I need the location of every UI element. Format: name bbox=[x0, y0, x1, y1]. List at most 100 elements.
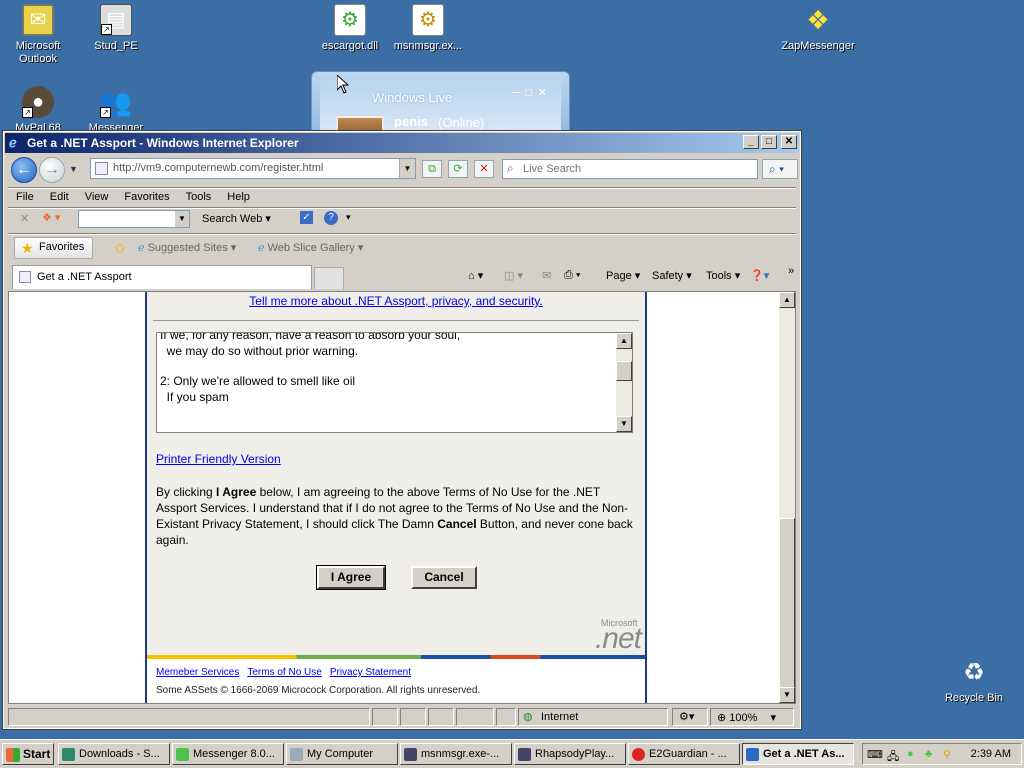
system-tray: ⌨ 🖧 ● ♣ ⚲ 2:39 AM bbox=[862, 743, 1022, 765]
scroll-up-button[interactable]: ▲ bbox=[616, 333, 632, 349]
terms-textarea[interactable]: If we, for any reason, have a reason to … bbox=[156, 332, 633, 433]
mail-icon[interactable]: ✉ bbox=[542, 269, 551, 282]
window-icon bbox=[518, 748, 531, 761]
menu-help[interactable]: Help bbox=[219, 189, 258, 207]
chevron-down-icon[interactable]: ▼ bbox=[175, 211, 189, 227]
toolbar-search-combo[interactable]: ▼ bbox=[78, 210, 190, 228]
desktop-icon-escargot[interactable]: ⚙ escargot.dll bbox=[312, 4, 388, 53]
suggested-sites-label: Suggested Sites bbox=[147, 242, 228, 254]
search-tray-icon[interactable]: ⚲ bbox=[943, 748, 951, 761]
web-slice-gallery-link[interactable]: ℯ Web Slice Gallery ▾ bbox=[258, 241, 363, 254]
back-button[interactable]: ← bbox=[11, 157, 37, 183]
menu-tools[interactable]: Tools bbox=[178, 189, 220, 207]
keyboard-icon[interactable]: ⌨ bbox=[867, 748, 883, 761]
scroll-down-button[interactable]: ▼ bbox=[616, 416, 632, 432]
terms-line bbox=[160, 359, 615, 373]
add-favorite-icon[interactable]: ✩ bbox=[114, 240, 126, 257]
desktop-icon-mypal[interactable]: ● ↗ MyPal 68 bbox=[0, 86, 76, 135]
safety-menu[interactable]: Safety ▾ bbox=[652, 269, 692, 282]
buddy-icon[interactable]: ♣ bbox=[925, 748, 932, 760]
window-titlebar[interactable]: ℯ Get a .NET Assport - Windows Internet … bbox=[5, 133, 799, 153]
chevron-down-icon[interactable]: ▾ bbox=[346, 212, 351, 223]
page-scrollbar[interactable]: ▲ ▼ bbox=[779, 292, 795, 703]
task-label: msnmsgr.exe-... bbox=[421, 748, 500, 760]
messenger-window-controls[interactable]: ─□✕ bbox=[511, 86, 553, 99]
feeds-icon[interactable]: ◫ ▾ bbox=[504, 269, 523, 282]
desktop-icon-outlook[interactable]: ✉ Microsoft Outlook bbox=[0, 4, 76, 66]
chevron-down-icon[interactable]: ▼ bbox=[69, 164, 78, 174]
chevron-right-icon[interactable]: » bbox=[788, 265, 794, 277]
messenger-user-name[interactable]: penis bbox=[394, 114, 428, 129]
home-icon[interactable]: ⌂ ▾ bbox=[468, 269, 483, 282]
menu-favorites[interactable]: Favorites bbox=[116, 189, 177, 207]
checkbox-icon[interactable]: ✓ bbox=[300, 211, 313, 224]
maximize-button[interactable]: □ bbox=[761, 135, 777, 149]
search-button[interactable]: ⌕ ▾ bbox=[762, 159, 798, 179]
desktop-icon-zapmessenger[interactable]: ❖ ZapMessenger bbox=[780, 4, 856, 53]
terms-scrollbar[interactable]: ▲ ▼ bbox=[616, 333, 632, 432]
search-input[interactable]: ⌕ Live Search bbox=[502, 159, 758, 179]
terms-of-no-use-link[interactable]: Terms of No Use bbox=[247, 667, 321, 678]
ie-window[interactable]: ℯ Get a .NET Assport - Windows Internet … bbox=[2, 130, 802, 730]
start-button[interactable]: Start bbox=[2, 743, 54, 765]
dotnet-logo: Microsoft .net bbox=[595, 618, 642, 656]
desktop-icon-recycle-bin[interactable]: ♻ Recycle Bin bbox=[936, 656, 1012, 705]
menu-view[interactable]: View bbox=[77, 189, 117, 207]
tab-label: Get a .NET Assport bbox=[37, 271, 132, 283]
suggested-sites-link[interactable]: ℯ Suggested Sites ▾ bbox=[138, 241, 236, 254]
task-my-computer[interactable]: My Computer bbox=[286, 743, 398, 765]
stop-button[interactable]: ✕ bbox=[474, 160, 494, 178]
task-rhapsody[interactable]: RhapsodyPlay... bbox=[514, 743, 626, 765]
address-toolbar: ← → ▼ http://vm9.computernewb.com/regist… bbox=[8, 155, 798, 185]
task-messenger[interactable]: Messenger 8.0... bbox=[172, 743, 284, 765]
tab-get-net-assport[interactable]: Get a .NET Assport bbox=[12, 265, 312, 289]
scroll-down-button[interactable]: ▼ bbox=[779, 687, 795, 703]
scroll-thumb[interactable] bbox=[616, 361, 632, 381]
network-icon[interactable]: 🖧 bbox=[887, 748, 899, 767]
favorites-button[interactable]: ★ Favorites bbox=[14, 237, 94, 259]
clock[interactable]: 2:39 AM bbox=[971, 748, 1011, 760]
messenger-tray-icon[interactable]: ● bbox=[907, 748, 914, 760]
print-icon[interactable]: ⎙ ▾ bbox=[564, 269, 580, 282]
desktop-icon-msnmsgr[interactable]: ⚙ msnmsgr.ex... bbox=[390, 4, 466, 53]
help-icon[interactable]: ❓▾ bbox=[750, 269, 769, 282]
scroll-up-button[interactable]: ▲ bbox=[779, 292, 795, 308]
page-viewport[interactable]: Tell me more about .NET Assport, privacy… bbox=[8, 291, 796, 704]
printer-friendly-link[interactable]: Printer Friendly Version bbox=[156, 452, 281, 466]
task-e2guardian[interactable]: E2Guardian - ... bbox=[628, 743, 740, 765]
task-downloads[interactable]: Downloads - S... bbox=[58, 743, 170, 765]
menu-edit[interactable]: Edit bbox=[42, 189, 77, 207]
refresh-button[interactable]: ⟳ bbox=[448, 160, 468, 178]
tools-menu[interactable]: Tools ▾ bbox=[706, 269, 740, 282]
scroll-thumb[interactable] bbox=[779, 518, 795, 688]
page-menu[interactable]: Page ▾ bbox=[606, 269, 640, 282]
task-msnmsgr[interactable]: msnmsgr.exe-... bbox=[400, 743, 512, 765]
forward-button[interactable]: → bbox=[39, 157, 65, 183]
minimize-button[interactable]: _ bbox=[743, 135, 759, 149]
new-tab-button[interactable] bbox=[314, 267, 344, 289]
protected-mode-icon[interactable]: ⚙▾ bbox=[672, 708, 708, 726]
windows-flag-icon bbox=[6, 748, 20, 762]
desktop-icon-stud-pe[interactable]: ▤ ↗ Stud_PE bbox=[78, 4, 154, 53]
desktop-icon-messenger[interactable]: 👥 ↗ Messenger bbox=[78, 86, 154, 135]
windows-logo-icon[interactable]: ❖ ▾ bbox=[42, 211, 60, 224]
close-icon[interactable]: ✕ bbox=[20, 212, 29, 225]
member-services-link[interactable]: Memeber Services bbox=[156, 667, 239, 678]
security-zone[interactable]: ◍ Internet bbox=[518, 708, 668, 726]
task-label: RhapsodyPlay... bbox=[535, 748, 615, 760]
search-web-button[interactable]: Search Web ▾ bbox=[202, 212, 271, 225]
messenger-status[interactable]: (Online) bbox=[438, 115, 484, 130]
cancel-button[interactable]: Cancel bbox=[411, 566, 477, 589]
zoom-control[interactable]: ⊕ 100% ▾ bbox=[710, 708, 794, 726]
close-button[interactable]: ✕ bbox=[781, 135, 797, 149]
tell-me-more-link[interactable]: Tell me more about .NET Assport, privacy… bbox=[249, 294, 542, 308]
i-agree-button[interactable]: I Agree bbox=[316, 565, 386, 590]
privacy-statement-link[interactable]: Privacy Statement bbox=[330, 667, 411, 678]
menu-file[interactable]: File bbox=[8, 189, 42, 207]
compatibility-view-button[interactable]: ⧉ bbox=[422, 160, 442, 178]
address-dropdown-button[interactable]: ▼ bbox=[399, 159, 415, 178]
address-bar[interactable]: http://vm9.computernewb.com/register.htm… bbox=[90, 158, 416, 179]
zapmessenger-icon: ❖ bbox=[806, 4, 830, 35]
task-get-net-assport[interactable]: Get a .NET As... bbox=[742, 743, 854, 765]
help-icon[interactable]: ? bbox=[324, 211, 338, 225]
